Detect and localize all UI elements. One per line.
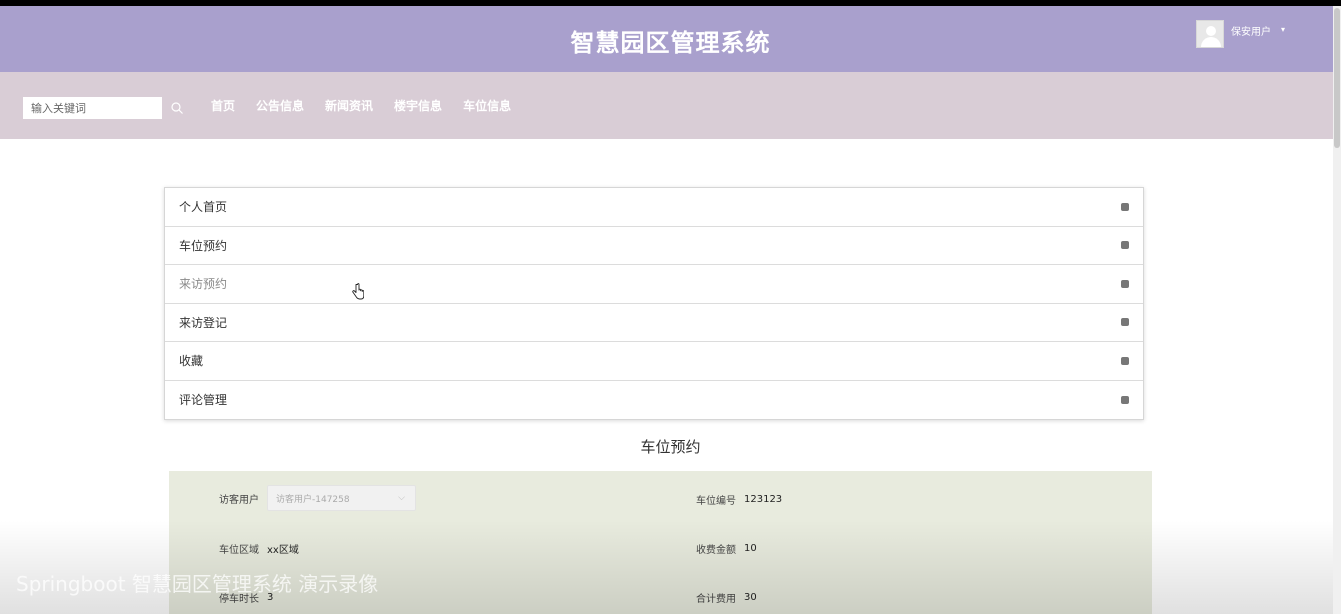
menu-item-icon xyxy=(1121,356,1129,365)
total-fee-field: 合计费用 30 xyxy=(696,590,757,605)
total-fee-label: 合计费用 xyxy=(696,594,736,605)
user-center-menu: 个人首页 车位预约 来访预约 来访登记 收藏 评论管理 xyxy=(164,187,1144,420)
menu-item-label: 收藏 xyxy=(179,354,204,369)
space-number-label: 车位编号 xyxy=(696,496,736,507)
user-name[interactable]: 保安用户 xyxy=(1231,23,1271,38)
scrollbar-thumb[interactable] xyxy=(1334,8,1340,148)
total-fee-value: 30 xyxy=(744,592,757,603)
nav-link-parking[interactable]: 车位信息 xyxy=(463,97,511,114)
hand-pointer-cursor-icon xyxy=(352,283,364,300)
nav-bar: 首页 公告信息 新闻资讯 楼宇信息 车位信息 xyxy=(0,72,1341,139)
visitor-user-label: 访客用户 xyxy=(219,494,259,506)
site-header: 智慧园区管理系统 保安用户 ▾ xyxy=(0,6,1341,72)
nav-link-news[interactable]: 新闻资讯 xyxy=(325,97,373,114)
menu-item-favorites[interactable]: 收藏 xyxy=(165,342,1143,381)
menu-item-visit-reservation[interactable]: 来访预约 xyxy=(165,265,1143,304)
menu-item-icon xyxy=(1121,241,1129,250)
menu-item-parking-reservation[interactable]: 车位预约 xyxy=(165,227,1143,265)
video-watermark: Springboot 智慧园区管理系统 演示录像 xyxy=(16,572,379,596)
search-icon[interactable] xyxy=(170,101,184,115)
nav-links: 首页 公告信息 新闻资讯 楼宇信息 车位信息 xyxy=(211,97,532,114)
space-number-field: 车位编号 123123 xyxy=(696,492,782,507)
menu-item-visit-registration[interactable]: 来访登记 xyxy=(165,304,1143,342)
space-number-value: 123123 xyxy=(744,494,783,505)
fee-amount-label: 收费金额 xyxy=(696,545,736,556)
menu-item-label: 个人首页 xyxy=(179,200,228,215)
menu-item-label: 来访登记 xyxy=(179,315,228,330)
menu-item-icon xyxy=(1121,318,1129,327)
menu-item-label: 评论管理 xyxy=(179,393,228,408)
page-scrollbar[interactable] xyxy=(1333,6,1341,614)
nav-link-notices[interactable]: 公告信息 xyxy=(256,97,304,114)
menu-item-comment-management[interactable]: 评论管理 xyxy=(165,381,1143,420)
site-title: 智慧园区管理系统 xyxy=(570,29,771,57)
form-title: 车位预约 xyxy=(640,438,701,456)
menu-item-label: 车位预约 xyxy=(179,238,228,253)
chevron-down-icon: ⌵ xyxy=(398,493,405,503)
space-area-label: 车位区域 xyxy=(219,545,259,556)
menu-item-icon xyxy=(1121,395,1129,404)
space-area-value: xx区域 xyxy=(267,545,299,556)
user-menu[interactable]: 保安用户 ▾ xyxy=(1196,20,1285,50)
visitor-user-select[interactable]: 访客用户-147258 ⌵ xyxy=(267,485,416,511)
menu-item-icon xyxy=(1121,279,1129,288)
menu-item-personal-home[interactable]: 个人首页 xyxy=(165,188,1143,227)
menu-item-label: 来访预约 xyxy=(179,277,228,292)
search-input[interactable] xyxy=(23,97,162,119)
avatar[interactable] xyxy=(1196,20,1224,48)
visitor-user-field: 访客用户 访客用户-147258 ⌵ xyxy=(219,485,416,511)
nav-link-buildings[interactable]: 楼宇信息 xyxy=(394,97,442,114)
fee-amount-field: 收费金额 10 xyxy=(696,541,757,556)
nav-link-home[interactable]: 首页 xyxy=(211,97,235,114)
space-area-field: 车位区域 xx区域 xyxy=(219,541,299,556)
fee-amount-value: 10 xyxy=(744,543,757,554)
visitor-user-value: 访客用户-147258 xyxy=(276,494,350,505)
menu-item-icon xyxy=(1121,202,1129,211)
chevron-down-icon[interactable]: ▾ xyxy=(1281,25,1285,34)
